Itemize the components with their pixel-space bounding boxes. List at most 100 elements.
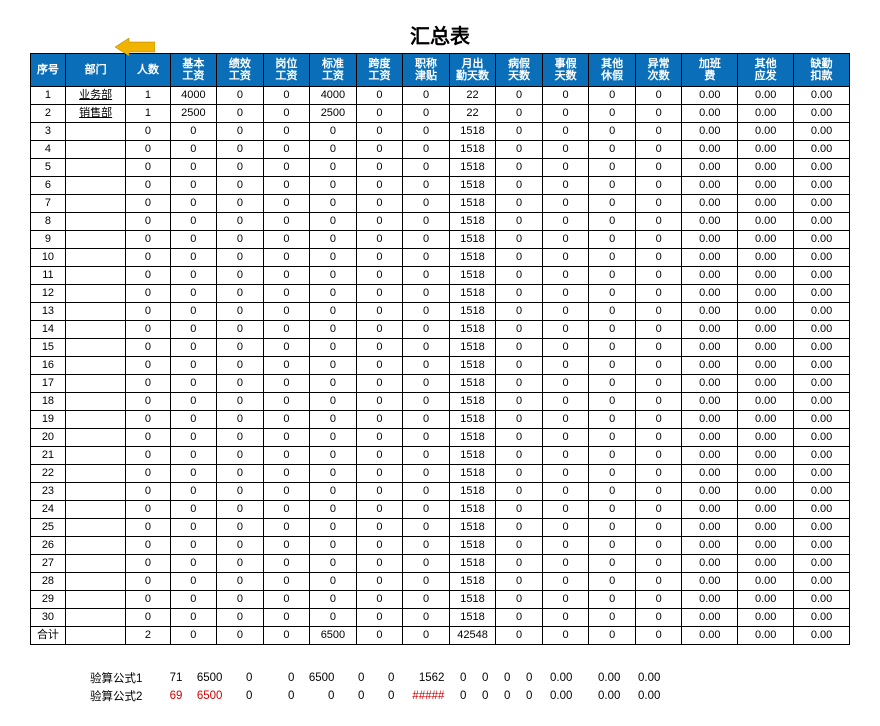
cell-value: 0 bbox=[403, 303, 450, 321]
cell-idx: 8 bbox=[31, 213, 66, 231]
cell-value: 0.00 bbox=[794, 177, 850, 195]
cell-value: 0 bbox=[126, 231, 170, 249]
calc-value: 71 bbox=[148, 669, 182, 687]
cell-value: 1518 bbox=[449, 285, 496, 303]
cell-value: 1518 bbox=[449, 303, 496, 321]
cell-idx: 23 bbox=[31, 483, 66, 501]
cell-value: 0.00 bbox=[738, 591, 794, 609]
cell-value: 0 bbox=[635, 123, 682, 141]
cell-value: 0 bbox=[310, 411, 357, 429]
cell-value: 0 bbox=[170, 213, 217, 231]
cell-value: 0 bbox=[217, 231, 264, 249]
cell-value: 0 bbox=[589, 537, 636, 555]
cell-value: 0 bbox=[403, 321, 450, 339]
cell-value: 0 bbox=[635, 213, 682, 231]
calc-value: 0.00 bbox=[620, 669, 660, 687]
calc-value: 0 bbox=[222, 669, 252, 687]
cell-value: 0.00 bbox=[738, 213, 794, 231]
cell-value: 0.00 bbox=[682, 393, 738, 411]
cell-value: 0.00 bbox=[682, 573, 738, 591]
cell-idx: 2 bbox=[31, 105, 66, 123]
cell-value: 0.00 bbox=[738, 483, 794, 501]
table-row: 40000000151800000.000.000.00 bbox=[31, 141, 850, 159]
cell-idx: 1 bbox=[31, 87, 66, 105]
cell-dept bbox=[65, 483, 125, 501]
cell-value: 1518 bbox=[449, 267, 496, 285]
cell-value: 0 bbox=[403, 141, 450, 159]
cell-value: 0.00 bbox=[794, 609, 850, 627]
cell-value: 0 bbox=[217, 447, 264, 465]
cell-value: 0.00 bbox=[794, 519, 850, 537]
cell-value: 0 bbox=[126, 285, 170, 303]
page-title: 汇总表 bbox=[410, 20, 470, 49]
table-row: 110000000151800000.000.000.00 bbox=[31, 267, 850, 285]
calc-value: 0 bbox=[222, 687, 252, 705]
cell-value: 0.00 bbox=[738, 87, 794, 105]
cell-value: 0 bbox=[126, 321, 170, 339]
col-header: 职称津贴 bbox=[403, 54, 450, 87]
cell-value: 0 bbox=[170, 411, 217, 429]
cell-dept bbox=[65, 519, 125, 537]
cell-value: 0 bbox=[310, 357, 357, 375]
table-row: 240000000151800000.000.000.00 bbox=[31, 501, 850, 519]
cell-value: 0 bbox=[263, 159, 310, 177]
cell-value: 0.00 bbox=[682, 159, 738, 177]
cell-value: 0 bbox=[403, 465, 450, 483]
cell-value: 0.00 bbox=[794, 321, 850, 339]
cell-value: 0 bbox=[635, 267, 682, 285]
cell-value: 0 bbox=[126, 375, 170, 393]
cell-value: 0 bbox=[589, 87, 636, 105]
cell-value: 0 bbox=[496, 447, 543, 465]
cell-value: 0.00 bbox=[794, 303, 850, 321]
cell-value: 6500 bbox=[310, 627, 357, 645]
table-row: 270000000151800000.000.000.00 bbox=[31, 555, 850, 573]
cell-value: 0 bbox=[403, 213, 450, 231]
cell-value: 0 bbox=[542, 123, 589, 141]
cell-value: 0 bbox=[542, 447, 589, 465]
cell-value: 0 bbox=[170, 609, 217, 627]
cell-value: 0 bbox=[126, 213, 170, 231]
calc-value: 0 bbox=[466, 669, 488, 687]
cell-value: 0.00 bbox=[738, 375, 794, 393]
cell-value: 0 bbox=[126, 537, 170, 555]
cell-dept bbox=[65, 555, 125, 573]
cell-value: 0 bbox=[589, 123, 636, 141]
calc-value: 6500 bbox=[182, 687, 222, 705]
cell-value: 0 bbox=[496, 177, 543, 195]
cell-value: 0 bbox=[403, 285, 450, 303]
cell-value: 0.00 bbox=[738, 141, 794, 159]
cell-value: 0.00 bbox=[682, 195, 738, 213]
cell-value: 0.00 bbox=[738, 195, 794, 213]
cell-value: 0 bbox=[496, 159, 543, 177]
cell-value: 0 bbox=[170, 501, 217, 519]
cell-value: 0.00 bbox=[738, 105, 794, 123]
table-total-row: 合计20006500004254800000.000.000.00 bbox=[31, 627, 850, 645]
cell-value: 0 bbox=[170, 429, 217, 447]
cell-value: 0 bbox=[635, 627, 682, 645]
cell-value: 0 bbox=[170, 375, 217, 393]
table-row: 50000000151800000.000.000.00 bbox=[31, 159, 850, 177]
cell-value: 0 bbox=[589, 141, 636, 159]
cell-value: 0.00 bbox=[794, 465, 850, 483]
cell-value: 0 bbox=[589, 627, 636, 645]
cell-value: 0 bbox=[589, 447, 636, 465]
cell-value: 0.00 bbox=[738, 393, 794, 411]
cell-value: 0 bbox=[310, 159, 357, 177]
cell-value: 0 bbox=[635, 465, 682, 483]
cell-value: 0.00 bbox=[682, 483, 738, 501]
cell-idx: 26 bbox=[31, 537, 66, 555]
cell-value: 0 bbox=[310, 555, 357, 573]
cell-value: 0 bbox=[263, 429, 310, 447]
cell-value: 0 bbox=[356, 231, 403, 249]
cell-value: 1518 bbox=[449, 537, 496, 555]
cell-idx: 15 bbox=[31, 339, 66, 357]
cell-value: 1518 bbox=[449, 159, 496, 177]
cell-value: 1518 bbox=[449, 483, 496, 501]
cell-idx: 9 bbox=[31, 231, 66, 249]
calc-value: 0 bbox=[252, 687, 294, 705]
cell-value: 1518 bbox=[449, 591, 496, 609]
cell-value: 0 bbox=[263, 123, 310, 141]
calc-value: 0 bbox=[334, 687, 364, 705]
cell-value: 0 bbox=[217, 555, 264, 573]
cell-value: 0 bbox=[403, 429, 450, 447]
